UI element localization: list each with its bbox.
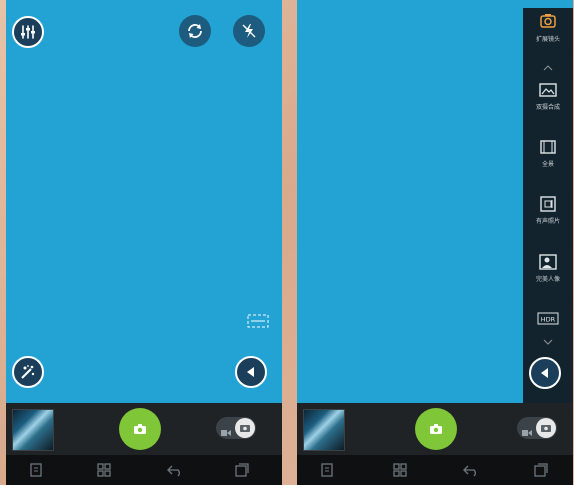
camera-screen-left bbox=[6, 0, 282, 485]
collapse-menu-button[interactable] bbox=[529, 357, 561, 389]
flash-button[interactable] bbox=[233, 15, 265, 47]
chevron-down-icon bbox=[543, 330, 553, 349]
menu-item-label: 双摄合成 bbox=[535, 104, 560, 111]
menu-item-label: 有声照片 bbox=[535, 218, 560, 225]
video-photo-toggle[interactable] bbox=[216, 417, 256, 439]
wide-crop-icon[interactable] bbox=[247, 313, 269, 333]
expand-left-arrow-icon bbox=[244, 365, 258, 379]
gallery-thumbnail[interactable] bbox=[303, 409, 345, 451]
recents-icon[interactable] bbox=[234, 462, 250, 478]
sound-photo-icon bbox=[539, 196, 557, 216]
flash-off-icon bbox=[240, 22, 258, 40]
hdr-icon: HDR bbox=[537, 311, 559, 330]
apps-icon[interactable] bbox=[392, 462, 408, 478]
menu-item-hdr[interactable]: HDR bbox=[523, 311, 573, 355]
apps-icon[interactable] bbox=[96, 462, 112, 478]
camera-screen-right: 扩展镜头 双摄合成 全景 有声照片 完美人像 HDR bbox=[297, 0, 573, 485]
video-photo-toggle[interactable] bbox=[517, 417, 557, 439]
shutter-button[interactable] bbox=[415, 408, 457, 450]
menu-item-label: 全景 bbox=[541, 161, 554, 168]
magic-wand-icon bbox=[19, 363, 37, 381]
video-icon bbox=[522, 422, 532, 441]
menu-item-extended-lens[interactable]: 扩展镜头 bbox=[523, 12, 573, 56]
camera-mode-icon bbox=[539, 12, 557, 34]
shutter-button[interactable] bbox=[119, 408, 161, 450]
menu-item-dual-camera[interactable]: 双摄合成 bbox=[523, 82, 573, 126]
navigation-bar bbox=[297, 455, 573, 485]
equalizer-button[interactable] bbox=[12, 16, 44, 48]
video-icon bbox=[221, 422, 231, 441]
camera-icon bbox=[429, 420, 443, 439]
recents-icon[interactable] bbox=[533, 462, 549, 478]
collapse-arrow-icon bbox=[538, 366, 552, 380]
equalizer-icon bbox=[19, 24, 37, 40]
camera-mode-menu: 扩展镜头 双摄合成 全景 有声照片 完美人像 HDR bbox=[523, 8, 573, 403]
menu-item-sound-photo[interactable]: 有声照片 bbox=[523, 196, 573, 240]
menu-item-label: 扩展镜头 bbox=[535, 36, 560, 43]
hdr-label: HDR bbox=[541, 316, 556, 324]
expand-menu-button[interactable] bbox=[235, 356, 267, 388]
switch-camera-button[interactable] bbox=[179, 15, 211, 47]
menu-scroll-up[interactable] bbox=[523, 56, 573, 71]
landscape-icon bbox=[539, 82, 557, 102]
camera-icon bbox=[133, 420, 147, 439]
panorama-icon bbox=[539, 139, 557, 159]
viewfinder[interactable] bbox=[6, 0, 282, 403]
menu-icon[interactable] bbox=[319, 462, 335, 478]
back-icon[interactable] bbox=[463, 462, 479, 478]
back-icon[interactable] bbox=[167, 462, 183, 478]
gallery-thumbnail[interactable] bbox=[12, 409, 54, 451]
magic-effects-button[interactable] bbox=[12, 356, 44, 388]
photo-mode-knob bbox=[235, 418, 255, 438]
chevron-up-icon bbox=[543, 56, 553, 75]
switch-camera-icon bbox=[186, 22, 204, 40]
menu-icon[interactable] bbox=[28, 462, 44, 478]
menu-item-beauty-portrait[interactable]: 完美人像 bbox=[523, 254, 573, 298]
menu-item-label: 完美人像 bbox=[535, 276, 560, 283]
beauty-portrait-icon bbox=[539, 254, 557, 274]
photo-mode-knob bbox=[536, 418, 556, 438]
menu-item-panorama[interactable]: 全景 bbox=[523, 139, 573, 183]
